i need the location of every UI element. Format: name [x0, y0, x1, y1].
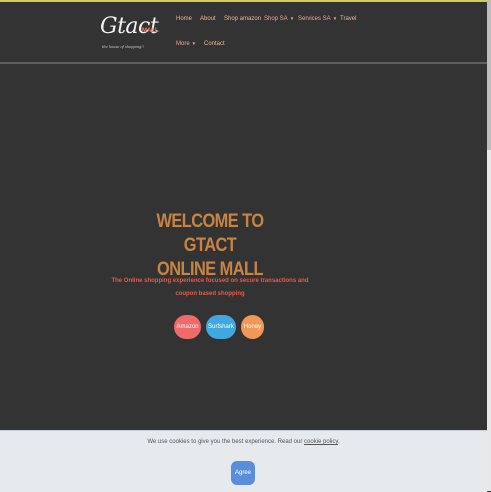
agree-button[interactable]: Agree — [231, 461, 255, 485]
nav-shop-amazon-label: Shop amazon — [224, 16, 262, 22]
nav-travel[interactable]: Travel — [340, 16, 356, 22]
nav-travel-label: Travel — [340, 16, 357, 22]
surfshark-button[interactable]: Surfshark — [206, 315, 236, 339]
scrollbar[interactable] — [487, 0, 491, 491]
honey-button[interactable]: Honey — [241, 315, 264, 339]
nav-about[interactable]: About — [200, 16, 216, 22]
hero-subtitle: The Online shopping experience focused o… — [105, 275, 315, 301]
hero-title-line1: WELCOME TO GTACT — [156, 211, 264, 256]
chevron-down-icon: ▼ — [289, 16, 295, 21]
nav-more[interactable]: More ▼ — [176, 41, 196, 47]
nav-services-sa[interactable]: Services SA ▼ — [298, 16, 337, 22]
amazon-button[interactable]: Amazon — [174, 315, 201, 339]
nav-contact[interactable]: Contact — [204, 41, 225, 47]
cookie-text: We use cookies to give you the best expe… — [147, 439, 303, 445]
site-header: Gtact MALL the house of shopping!! Home … — [0, 2, 491, 64]
nav-about-label: About — [200, 16, 216, 22]
cookie-policy-link[interactable]: cookie policy — [304, 439, 338, 445]
cookie-message: We use cookies to give you the best expe… — [0, 439, 487, 445]
logo-tagline: the house of shopping!! — [102, 45, 145, 49]
scrollbar-thumb[interactable] — [487, 0, 491, 150]
cookie-banner: We use cookies to give you the best expe… — [0, 430, 487, 492]
chevron-down-icon: ▼ — [191, 41, 197, 46]
nav-home-label: Home — [176, 16, 193, 22]
nav-shop-sa[interactable]: Shop SA ▼ — [264, 16, 294, 22]
nav-more-label: More — [176, 41, 190, 47]
logo-script-text: Gtact — [100, 14, 159, 39]
chevron-down-icon: ▼ — [332, 16, 338, 21]
site-logo[interactable]: Gtact MALL the house of shopping!! — [100, 14, 160, 52]
nav-home[interactable]: Home — [176, 16, 192, 22]
nav-shop-amazon[interactable]: Shop amazon — [224, 16, 261, 22]
nav-services-sa-label: Services SA — [298, 16, 331, 22]
hero-subtitle-line1: The Online shopping experience focused o… — [111, 278, 309, 284]
nav-shop-sa-label: Shop SA — [264, 16, 288, 22]
cookie-suffix: . — [337, 439, 340, 445]
logo-mall-text: MALL — [142, 28, 159, 34]
hero-subtitle-line2: coupon based shopping — [175, 291, 245, 297]
nav-contact-label: Contact — [204, 41, 225, 47]
hero-title: WELCOME TO GTACT ONLINE MALL — [141, 210, 279, 282]
